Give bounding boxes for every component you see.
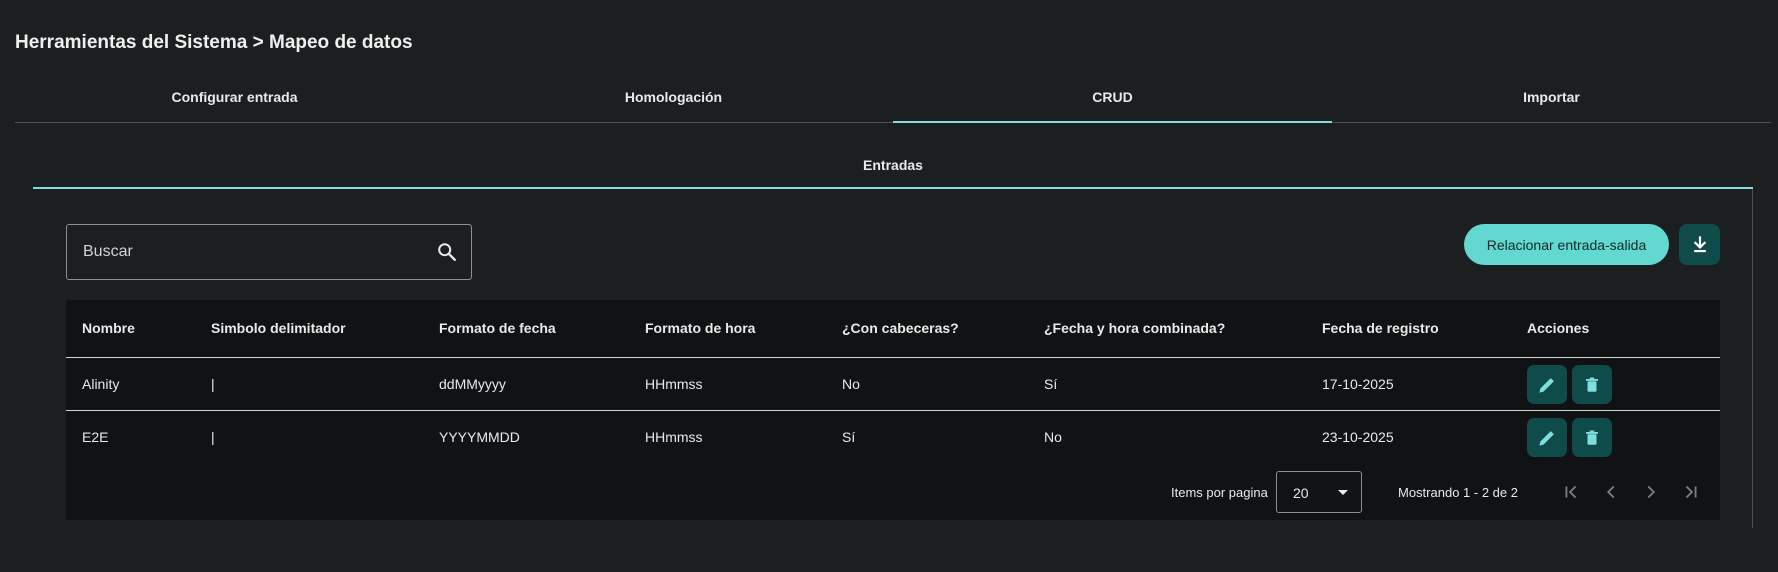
tab-crud[interactable]: CRUD <box>893 80 1332 123</box>
delete-button[interactable] <box>1572 365 1612 404</box>
search-box[interactable] <box>66 224 472 280</box>
cell-nombre: E2E <box>82 429 109 445</box>
cell-fecha-registro: 17-10-2025 <box>1322 376 1394 392</box>
cell-cabeceras: Sí <box>842 429 856 445</box>
pencil-icon <box>1539 430 1554 445</box>
relate-input-output-button[interactable]: Relacionar entrada-salida <box>1464 224 1669 265</box>
last-page-icon[interactable] <box>1680 481 1702 503</box>
trash-icon <box>1586 377 1598 392</box>
search-icon[interactable] <box>436 241 458 263</box>
cell-formato-fecha: ddMMyyyy <box>439 376 506 392</box>
page-size-select[interactable]: 20 <box>1276 471 1362 513</box>
column-header-acciones: Acciones <box>1527 320 1590 336</box>
cell-fecha-registro: 23-10-2025 <box>1322 429 1394 445</box>
column-header-fecha-registro: Fecha de registro <box>1322 320 1439 336</box>
column-header-fecha-hora-combinada: ¿Fecha y hora combinada? <box>1044 320 1226 336</box>
cell-fecha-hora-combinada: No <box>1044 429 1062 445</box>
row-actions <box>1527 418 1612 457</box>
cell-nombre: Alinity <box>82 376 120 392</box>
row-actions <box>1527 365 1612 404</box>
column-header-formato-hora: Formato de hora <box>645 320 756 336</box>
search-input[interactable] <box>67 225 417 279</box>
column-header-delimitador: Simbolo delimitador <box>211 320 346 336</box>
download-button[interactable] <box>1679 224 1720 265</box>
previous-page-icon[interactable] <box>1600 481 1622 503</box>
sub-tabs: Entradas <box>33 145 1753 189</box>
cell-formato-hora: HHmmss <box>645 376 703 392</box>
cell-delimitador: | <box>211 376 215 392</box>
cell-formato-hora: HHmmss <box>645 429 703 445</box>
entries-table: Nombre Simbolo delimitador Formato de fe… <box>66 300 1720 520</box>
cell-delimitador: | <box>211 429 215 445</box>
tab-importar[interactable]: Importar <box>1332 80 1771 122</box>
column-header-cabeceras: ¿Con cabeceras? <box>842 320 959 336</box>
delete-button[interactable] <box>1572 418 1612 457</box>
download-icon <box>1693 235 1706 252</box>
tab-homologacion[interactable]: Homologación <box>454 80 893 122</box>
cell-formato-fecha: YYYYMMDD <box>439 429 520 445</box>
table-row: E2E | YYYYMMDD HHmmss Sí No 23-10-2025 <box>66 411 1720 464</box>
subtab-entradas[interactable]: Entradas <box>863 145 923 187</box>
edit-button[interactable] <box>1527 365 1567 404</box>
paginator: Items por pagina 20 Mostrando 1 - 2 de 2 <box>66 471 1720 513</box>
column-header-nombre: Nombre <box>82 320 135 336</box>
edit-button[interactable] <box>1527 418 1567 457</box>
cell-cabeceras: No <box>842 376 860 392</box>
items-per-page-label: Items por pagina <box>1171 485 1268 500</box>
table-header-row: Nombre Simbolo delimitador Formato de fe… <box>66 300 1720 358</box>
page-title: Herramientas del Sistema > Mapeo de dato… <box>15 32 413 53</box>
page-size-value: 20 <box>1293 485 1309 501</box>
next-page-icon[interactable] <box>1640 481 1662 503</box>
panel-divider <box>1752 189 1753 528</box>
caret-down-icon <box>1338 490 1348 495</box>
column-header-formato-fecha: Formato de fecha <box>439 320 556 336</box>
pencil-icon <box>1539 377 1554 392</box>
range-label: Mostrando 1 - 2 de 2 <box>1398 485 1518 500</box>
main-tabs: Configurar entrada Homologación CRUD Imp… <box>15 80 1771 123</box>
tab-configurar-entrada[interactable]: Configurar entrada <box>15 80 454 122</box>
first-page-icon[interactable] <box>1560 481 1582 503</box>
trash-icon <box>1586 430 1598 445</box>
cell-fecha-hora-combinada: Sí <box>1044 376 1058 392</box>
table-row: Alinity | ddMMyyyy HHmmss No Sí 17-10-20… <box>66 358 1720 411</box>
